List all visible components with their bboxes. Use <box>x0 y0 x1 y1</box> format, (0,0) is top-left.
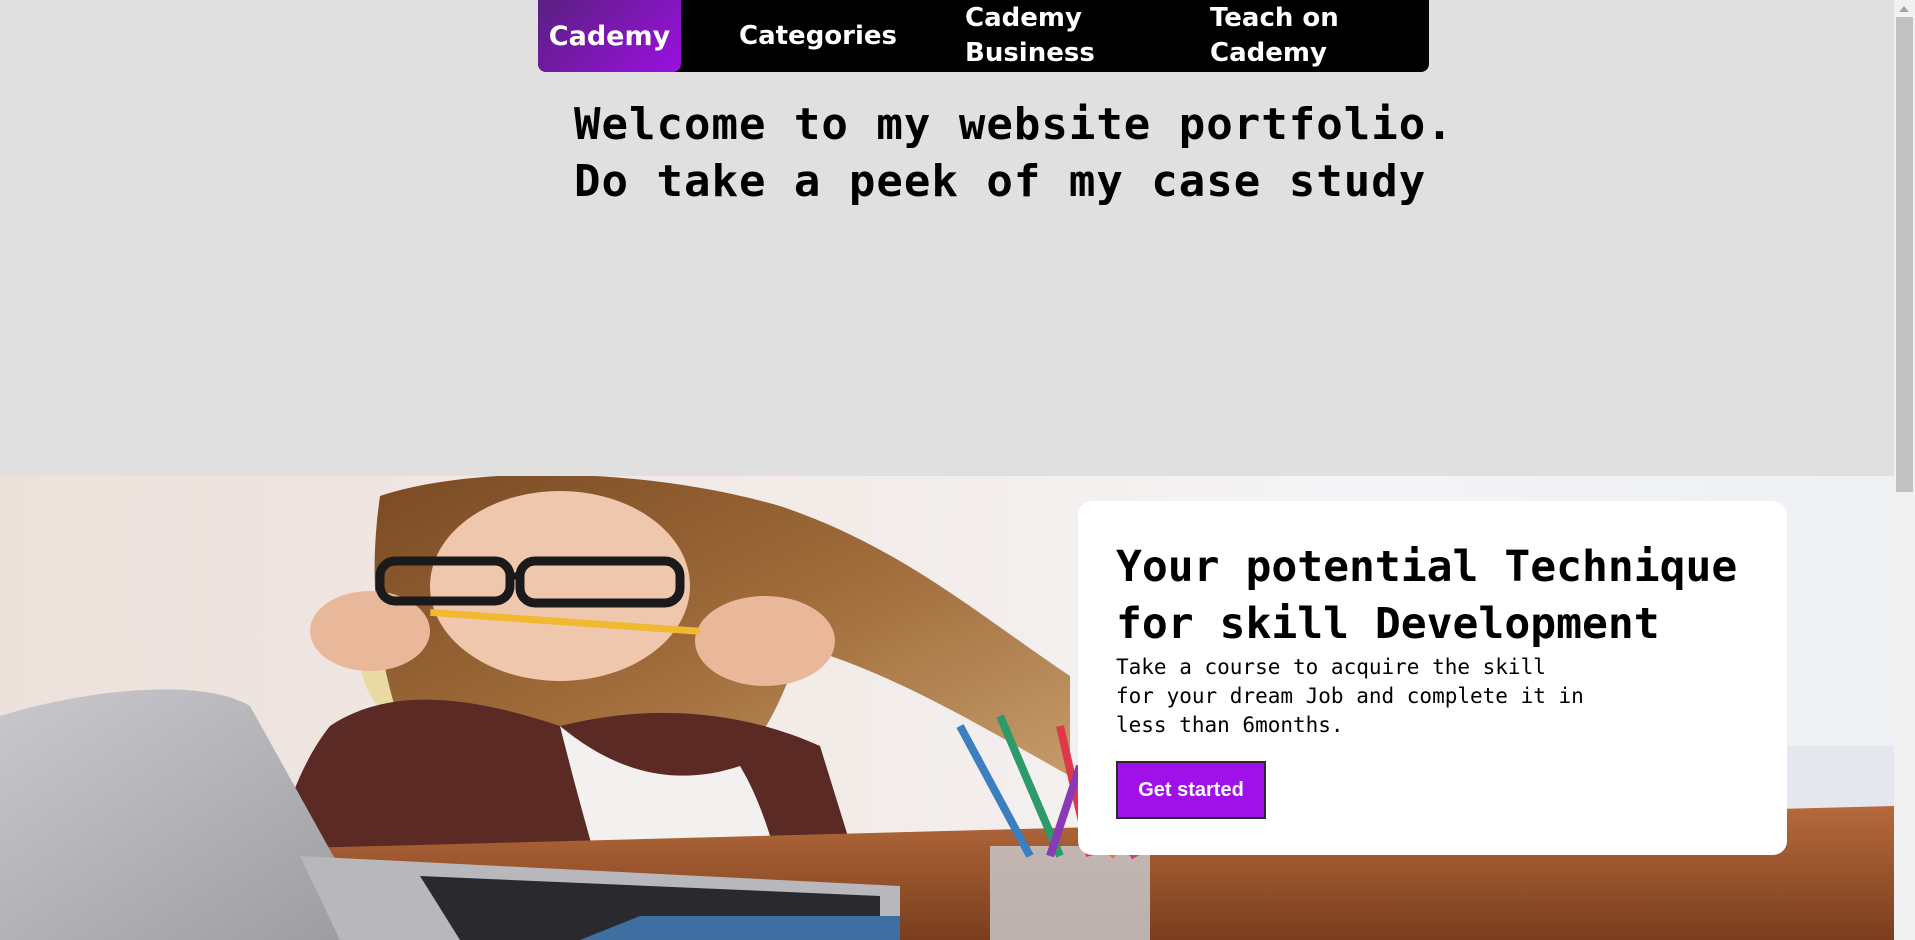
nav-cademy-business-link[interactable]: Cademy Business <box>965 1 1205 71</box>
top-navbar: Cademy Categories Cademy Business Teach … <box>538 0 1429 72</box>
hero-card-title: Your potential Technique for skill Devel… <box>1116 542 1738 649</box>
scroll-up-arrow-icon[interactable] <box>1899 6 1909 12</box>
nav-teach-on-cademy-link[interactable]: Teach on Cademy <box>1210 1 1380 71</box>
get-started-button[interactable]: Get started <box>1116 761 1266 819</box>
hero-card-description: Take a course to acquire the skill for y… <box>1116 655 1584 737</box>
nav-categories-link[interactable]: Categories <box>739 19 929 54</box>
welcome-heading: Welcome to my website portfolio. Do take… <box>574 99 1454 207</box>
page-scrollbar[interactable] <box>1894 0 1915 940</box>
brand-logo-link[interactable]: Cademy <box>538 0 681 72</box>
hero-card: Your potential Technique for skill Devel… <box>1078 501 1787 855</box>
scrollbar-thumb[interactable] <box>1896 17 1913 492</box>
